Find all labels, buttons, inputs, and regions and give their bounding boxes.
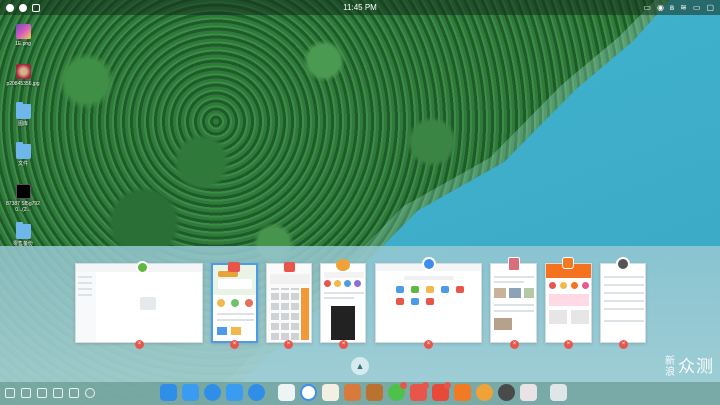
close-card-button[interactable]: ×: [230, 340, 239, 349]
dock-photos-icon[interactable]: [344, 384, 361, 401]
taobao-icon: [562, 257, 574, 269]
dock-chat-icon[interactable]: [204, 384, 221, 401]
desktop-icon-black-file[interactable]: 87387 Sf5g7920...(2...: [6, 184, 40, 222]
record-icon[interactable]: [21, 388, 31, 398]
dock-video-icon[interactable]: [432, 382, 451, 401]
image-thumbnail-icon: [15, 24, 31, 39]
close-card-button[interactable]: ×: [619, 340, 628, 349]
dock-trash-icon[interactable]: [550, 384, 567, 401]
desktop-icon-photo[interactable]: p20845356.jpg: [6, 64, 40, 102]
close-card-button[interactable]: ×: [284, 340, 293, 349]
recent-card-news[interactable]: [490, 263, 537, 343]
desktop-icon-label: p20845356.jpg: [6, 81, 40, 87]
dock-notes-icon[interactable]: [322, 384, 339, 401]
close-card-button[interactable]: ×: [510, 340, 519, 349]
wifi-icon[interactable]: ≋: [680, 3, 687, 12]
dock-chrome-icon[interactable]: [300, 384, 317, 401]
desktop-icon-label: 1E.png: [15, 41, 31, 47]
dock: [0, 382, 720, 405]
dock-wechat-icon[interactable]: [388, 382, 407, 401]
dock-music-icon[interactable]: [410, 382, 429, 401]
dock-contacts-icon[interactable]: [520, 384, 537, 401]
dock-taobao-icon[interactable]: [454, 384, 471, 401]
desktop-icon-image[interactable]: 1E.png: [6, 24, 40, 62]
dock-weibo-icon[interactable]: [476, 384, 493, 401]
dock-mercedes-icon[interactable]: [498, 384, 515, 401]
mercedes-icon: [616, 257, 630, 271]
status-bar: 11:45 PM ▭ ◉ ʙ ≋ ▭ ▢: [0, 0, 720, 15]
watermark-char: 新: [665, 356, 676, 367]
folder-icon: [15, 142, 31, 159]
clock: 11:45 PM: [343, 3, 377, 12]
close-card-button[interactable]: ×: [564, 340, 573, 349]
menu-icon[interactable]: ▢: [706, 3, 714, 12]
app-badge-icon: [136, 261, 149, 274]
recent-card-calculator[interactable]: [266, 263, 312, 343]
watermark-logo: 新浪众测: [665, 352, 714, 378]
window-icon[interactable]: [53, 388, 63, 398]
weibo-icon: [336, 259, 350, 271]
file-thumbnail-icon: [15, 184, 31, 199]
recent-card-weibo[interactable]: [320, 263, 366, 343]
desktop-icon-label: 文件: [17, 161, 28, 167]
folder-icon: [15, 222, 31, 239]
app-badge-icon: [228, 262, 240, 272]
desktop-icon-folder-gallery[interactable]: 图库: [6, 102, 40, 142]
desktop-icon-column: 1E.png p20845356.jpg 图库 文件 87387 Sf5g792…: [6, 24, 40, 264]
battery-icon[interactable]: ▭: [693, 3, 701, 12]
recent-card-health-app[interactable]: [211, 263, 258, 343]
dock-game-icon[interactable]: [366, 384, 383, 401]
camera-icon[interactable]: [69, 388, 79, 398]
recent-card-file-manager[interactable]: [75, 263, 203, 343]
control-icon[interactable]: ◉: [657, 3, 664, 12]
screenshot-icon[interactable]: [5, 388, 15, 398]
watermark-text: 众测: [678, 357, 714, 377]
photo-thumbnail-icon: [15, 64, 31, 79]
close-card-button[interactable]: ×: [339, 340, 348, 349]
close-card-button[interactable]: ×: [135, 340, 144, 349]
dock-gallery-icon[interactable]: [226, 384, 243, 401]
watermark-char: 浪: [665, 367, 676, 378]
dock-browser-icon[interactable]: [278, 384, 295, 401]
browser-icon: [422, 257, 436, 271]
back-icon[interactable]: [85, 388, 95, 398]
bluetooth-icon[interactable]: ʙ: [670, 3, 674, 12]
recent-app-cards: × × × × × × × ×: [0, 257, 720, 353]
app-badge-icon: [284, 262, 295, 272]
desktop-icon-folder-files[interactable]: 文件: [6, 142, 40, 182]
close-card-button[interactable]: ×: [424, 340, 433, 349]
collapse-recent-apps-button[interactable]: ▲: [351, 357, 369, 375]
dock-files-icon[interactable]: [182, 384, 199, 401]
desktop-icon-label: 87387 Sf5g7920...(2...: [6, 201, 40, 213]
recent-card-settings[interactable]: [600, 263, 646, 343]
recent-card-browser[interactable]: [375, 263, 482, 343]
recent-card-taobao[interactable]: [545, 263, 592, 343]
dock-mail-icon[interactable]: [248, 384, 265, 401]
crop-icon[interactable]: [37, 388, 47, 398]
folder-icon: [15, 102, 31, 119]
display-icon[interactable]: ▭: [643, 3, 651, 12]
desktop-icon-label: 图库: [17, 121, 28, 127]
dock-home-icon[interactable]: [160, 384, 177, 401]
avatar-icon: [508, 257, 520, 271]
